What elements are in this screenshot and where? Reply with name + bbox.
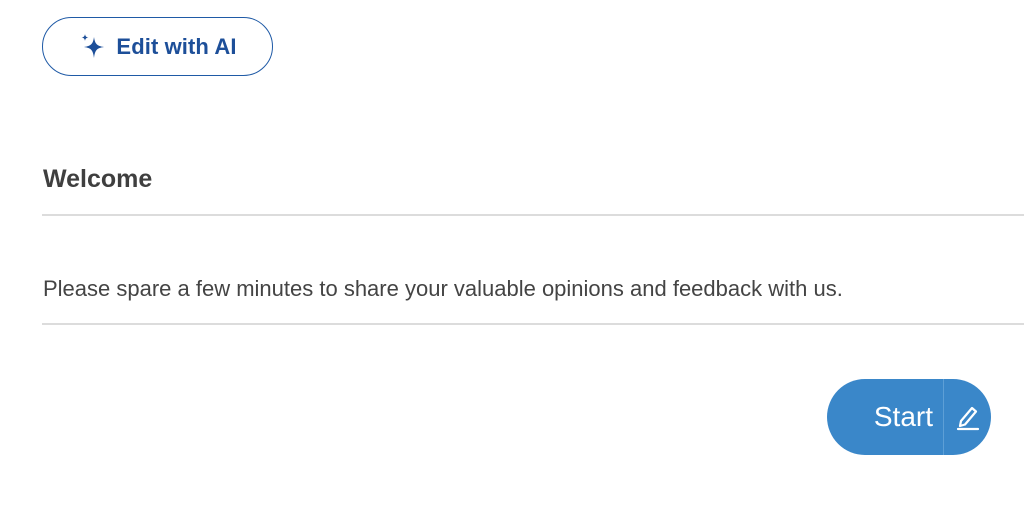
pencil-icon — [944, 379, 991, 455]
survey-welcome-page: Edit with AI Welcome Please spare a few … — [0, 0, 1024, 525]
start-button-label: Start — [873, 401, 933, 432]
edit-with-ai-label: Edit with AI — [116, 33, 237, 59]
edit-with-ai-button[interactable]: Edit with AI — [42, 17, 273, 76]
description-divider — [42, 323, 1024, 325]
page-title: Welcome — [43, 165, 153, 193]
welcome-description: Please spare a few minutes to share your… — [43, 276, 843, 301]
start-button[interactable]: Start — [827, 379, 991, 455]
sparkle-icon — [78, 32, 108, 62]
title-divider — [42, 214, 1024, 216]
